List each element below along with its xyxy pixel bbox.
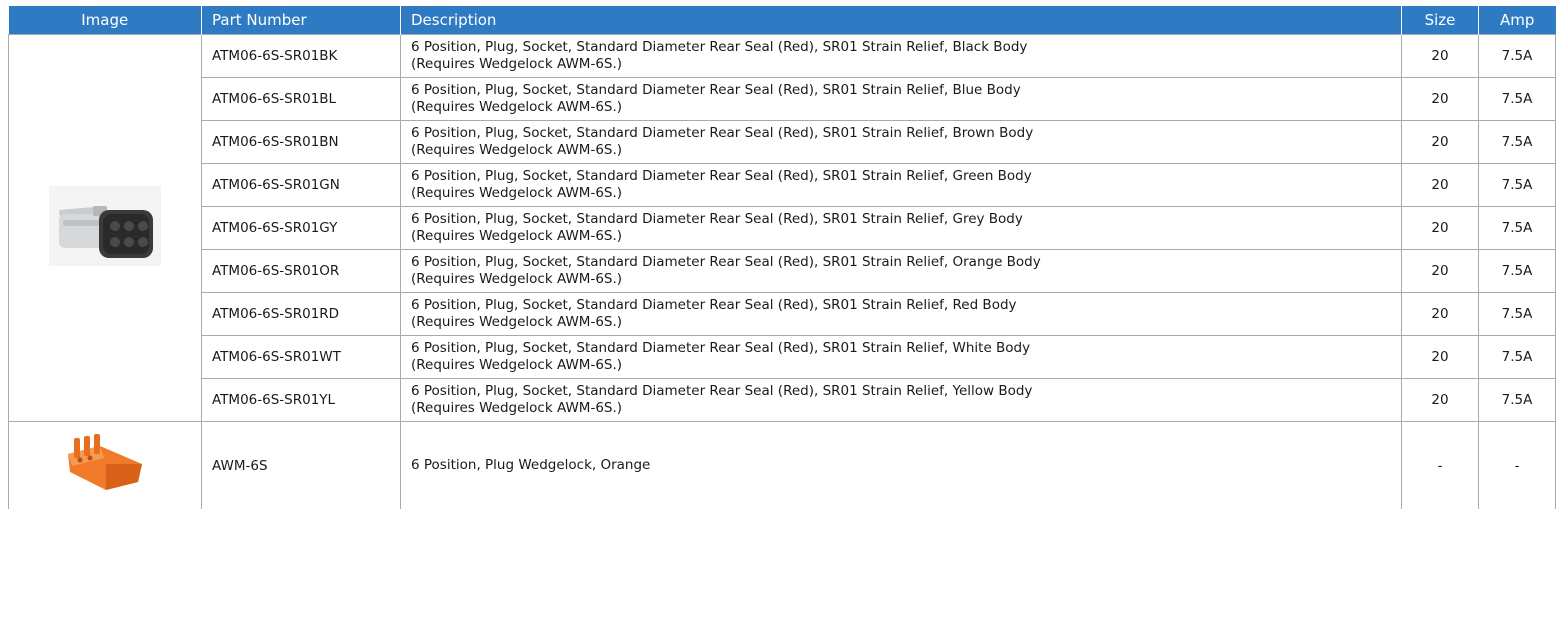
part-number: ATM06-6S-SR01YL [201,378,401,422]
amp-value: 7.5A [1478,292,1556,336]
size-value: 20 [1401,335,1479,379]
size-value: 20 [1401,34,1479,78]
description-line: 6 Position, Plug, Socket, Standard Diame… [411,383,1033,399]
size-value: 20 [1401,206,1479,250]
amp-value: 7.5A [1478,249,1556,293]
part-number: ATM06-6S-SR01GY [201,206,401,250]
size-value: 20 [1401,292,1479,336]
wedgelock-image [60,424,150,504]
description-note: (Requires Wedgelock AWM-6S.) [411,357,623,373]
table-header-row: Image Part Number Description Size Amp [8,6,1556,35]
description: 6 Position, Plug Wedgelock, Orange [400,421,1402,509]
description: 6 Position, Plug, Socket, Standard Diame… [400,335,1402,379]
description-line: 6 Position, Plug Wedgelock, Orange [411,457,651,473]
part-number: ATM06-6S-SR01BL [201,77,401,121]
size-value: 20 [1401,77,1479,121]
table-row: ATM06-6S-SR01BK 6 Position, Plug, Socket… [8,34,1556,422]
connector-image [45,176,165,276]
part-number: AWM-6S [201,421,401,509]
description: 6 Position, Plug, Socket, Standard Diame… [400,378,1402,422]
description: 6 Position, Plug, Socket, Standard Diame… [400,34,1402,78]
table-row: ATM06-6S-SR01RD 6 Position, Plug, Socket… [9,292,1556,336]
size-value: 20 [1401,378,1479,422]
amp-value: 7.5A [1478,378,1556,422]
table-row: ATM06-6S-SR01WT 6 Position, Plug, Socket… [9,335,1556,379]
amp-value: - [1478,421,1556,509]
connector-image-cell [8,34,202,422]
amp-value: 7.5A [1478,120,1556,164]
table-row: ATM06-6S-SR01YL 6 Position, Plug, Socket… [9,378,1556,422]
wedgelock-image-cell [8,421,202,509]
description: 6 Position, Plug, Socket, Standard Diame… [400,292,1402,336]
description-note: (Requires Wedgelock AWM-6S.) [411,400,623,416]
description-line: 6 Position, Plug, Socket, Standard Diame… [411,82,1021,98]
part-number: ATM06-6S-SR01BK [201,34,401,78]
description: 6 Position, Plug, Socket, Standard Diame… [400,206,1402,250]
amp-value: 7.5A [1478,34,1556,78]
description-note: (Requires Wedgelock AWM-6S.) [411,185,623,201]
part-number: ATM06-6S-SR01OR [201,249,401,293]
description-note: (Requires Wedgelock AWM-6S.) [411,271,623,287]
size-value: 20 [1401,120,1479,164]
table-row: ATM06-6S-SR01BN 6 Position, Plug, Socket… [9,120,1556,164]
part-number: ATM06-6S-SR01WT [201,335,401,379]
table-row: ATM06-6S-SR01OR 6 Position, Plug, Socket… [9,249,1556,293]
table-row: ATM06-6S-SR01GN 6 Position, Plug, Socket… [9,163,1556,207]
header-amp: Amp [1478,6,1556,35]
part-number: ATM06-6S-SR01RD [201,292,401,336]
amp-value: 7.5A [1478,206,1556,250]
table-row: ATM06-6S-SR01GY 6 Position, Plug, Socket… [9,206,1556,250]
amp-value: 7.5A [1478,335,1556,379]
description-note: (Requires Wedgelock AWM-6S.) [411,56,623,72]
description-line: 6 Position, Plug, Socket, Standard Diame… [411,211,1023,227]
header-size: Size [1401,6,1479,35]
description: 6 Position, Plug, Socket, Standard Diame… [400,120,1402,164]
description-note: (Requires Wedgelock AWM-6S.) [411,314,623,330]
part-number: ATM06-6S-SR01GN [201,163,401,207]
header-part-number: Part Number [201,6,401,35]
amp-value: 7.5A [1478,163,1556,207]
amp-value: 7.5A [1478,77,1556,121]
description-note: (Requires Wedgelock AWM-6S.) [411,142,623,158]
table-row: AWM-6S 6 Position, Plug Wedgelock, Orang… [8,421,1556,509]
header-description: Description [400,6,1402,35]
description: 6 Position, Plug, Socket, Standard Diame… [400,77,1402,121]
description-note: (Requires Wedgelock AWM-6S.) [411,99,623,115]
parts-table: Image Part Number Description Size Amp A… [8,6,1556,509]
description-line: 6 Position, Plug, Socket, Standard Diame… [411,168,1032,184]
description-note: (Requires Wedgelock AWM-6S.) [411,228,623,244]
header-image: Image [8,6,202,35]
size-value: - [1401,421,1479,509]
description-line: 6 Position, Plug, Socket, Standard Diame… [411,297,1017,313]
size-value: 20 [1401,163,1479,207]
part-number: ATM06-6S-SR01BN [201,120,401,164]
table-row: ATM06-6S-SR01BL 6 Position, Plug, Socket… [9,77,1556,121]
description-line: 6 Position, Plug, Socket, Standard Diame… [411,340,1031,356]
description-line: 6 Position, Plug, Socket, Standard Diame… [411,125,1034,141]
description: 6 Position, Plug, Socket, Standard Diame… [400,163,1402,207]
description-line: 6 Position, Plug, Socket, Standard Diame… [411,39,1028,55]
size-value: 20 [1401,249,1479,293]
description-line: 6 Position, Plug, Socket, Standard Diame… [411,254,1041,270]
description: 6 Position, Plug, Socket, Standard Diame… [400,249,1402,293]
